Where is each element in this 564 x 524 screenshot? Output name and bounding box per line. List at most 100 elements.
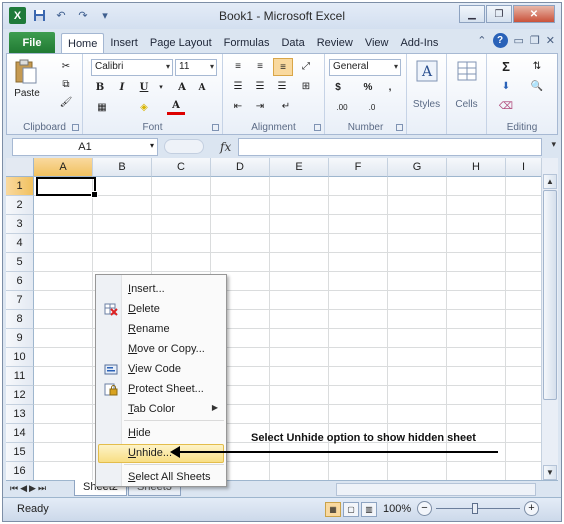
- menu-item-unhide[interactable]: Unhide...: [98, 444, 224, 463]
- active-cell-a1[interactable]: [36, 177, 98, 198]
- page-break-view-icon[interactable]: ▥: [361, 502, 377, 517]
- close-icon[interactable]: ✕: [513, 5, 555, 23]
- column-header-c[interactable]: C: [152, 158, 211, 177]
- row-header-3[interactable]: 3: [6, 215, 34, 234]
- prev-sheet-icon[interactable]: ◀: [20, 483, 27, 494]
- tab-page-layout[interactable]: Page Layout: [144, 33, 218, 53]
- minimize-icon[interactable]: ▁: [459, 5, 485, 23]
- row-header-9[interactable]: 9: [6, 329, 34, 348]
- row-header-8[interactable]: 8: [6, 310, 34, 329]
- fill-color-icon[interactable]: ◈: [135, 99, 153, 115]
- zoom-slider[interactable]: [436, 508, 520, 509]
- align-bottom-icon[interactable]: ≡: [273, 58, 293, 76]
- help-icon[interactable]: ?: [492, 33, 508, 48]
- select-all-corner[interactable]: [6, 158, 34, 177]
- scroll-down-icon[interactable]: ▼: [543, 465, 557, 480]
- shrink-font-button[interactable]: A: [195, 81, 209, 95]
- cells-button[interactable]: Cells: [447, 99, 486, 110]
- row-header-10[interactable]: 10: [6, 348, 34, 367]
- menu-item-rename[interactable]: Rename: [98, 320, 224, 339]
- center-icon[interactable]: ☰: [251, 78, 269, 94]
- row-header-7[interactable]: 7: [6, 291, 34, 310]
- zoom-level[interactable]: 100%: [383, 503, 411, 515]
- number-launcher-icon[interactable]: [396, 124, 403, 131]
- italic-button[interactable]: I: [115, 79, 129, 95]
- expand-formula-bar-icon[interactable]: ▾: [551, 139, 556, 150]
- menu-item-hide[interactable]: Hide: [98, 424, 224, 443]
- tab-view[interactable]: View: [359, 33, 395, 53]
- percent-button[interactable]: %: [361, 79, 375, 95]
- cut-icon[interactable]: ✂: [57, 58, 75, 74]
- tab-formulas[interactable]: Formulas: [218, 33, 276, 53]
- tab-add-ins[interactable]: Add-Ins: [394, 33, 444, 53]
- clear-icon[interactable]: ⌫: [495, 98, 517, 114]
- tab-home[interactable]: Home: [61, 33, 105, 53]
- tab-review[interactable]: Review: [311, 33, 359, 53]
- font-color-button[interactable]: A: [167, 99, 185, 115]
- font-name-combo[interactable]: Calibri ▾: [91, 59, 173, 76]
- autosum-button[interactable]: Σ: [495, 58, 517, 74]
- row-header-5[interactable]: 5: [6, 253, 34, 272]
- fill-icon[interactable]: ⬇: [495, 78, 517, 94]
- menu-item-insert[interactable]: Insert...: [98, 280, 224, 299]
- increase-decimal-button[interactable]: .00: [329, 100, 355, 114]
- sort-filter-icon[interactable]: ⇅: [525, 58, 549, 74]
- first-sheet-icon[interactable]: ⏮: [10, 483, 18, 494]
- merge-center-icon[interactable]: ⊞: [297, 78, 315, 94]
- currency-button[interactable]: $: [331, 79, 345, 95]
- row-header-13[interactable]: 13: [6, 405, 34, 424]
- row-header-15[interactable]: 15: [6, 443, 34, 462]
- row-header-11[interactable]: 11: [6, 367, 34, 386]
- column-header-a[interactable]: A: [34, 158, 93, 177]
- column-header-f[interactable]: F: [329, 158, 388, 177]
- menu-item-tab-color[interactable]: Tab Color ▶: [98, 400, 224, 419]
- styles-icon[interactable]: A: [414, 58, 440, 84]
- name-box[interactable]: A1 ▾: [12, 138, 158, 156]
- number-format-combo[interactable]: General ▾: [329, 59, 401, 76]
- paste-icon[interactable]: [13, 58, 39, 84]
- column-header-e[interactable]: E: [270, 158, 329, 177]
- orientation-icon[interactable]: ⤢: [297, 58, 315, 74]
- copy-icon[interactable]: ⧉: [57, 76, 75, 92]
- vertical-scrollbar[interactable]: ▲ ▼: [541, 158, 558, 480]
- row-header-2[interactable]: 2: [6, 196, 34, 215]
- workbook-restore-icon[interactable]: ❐: [530, 34, 540, 47]
- styles-button[interactable]: Styles: [407, 99, 446, 110]
- column-header-i[interactable]: I: [506, 158, 542, 177]
- page-layout-view-icon[interactable]: ▢: [343, 502, 359, 517]
- last-sheet-icon[interactable]: ⏭: [38, 483, 46, 494]
- scroll-up-icon[interactable]: ▲: [543, 174, 557, 189]
- row-header-4[interactable]: 4: [6, 234, 34, 253]
- row-header-16[interactable]: 16: [6, 462, 34, 481]
- workbook-close-icon[interactable]: ✕: [546, 34, 555, 47]
- horizontal-scrollbar[interactable]: [336, 483, 536, 496]
- comma-button[interactable]: ,: [383, 79, 397, 95]
- menu-item-view-code[interactable]: View Code: [98, 360, 224, 379]
- restore-icon[interactable]: ❐: [486, 5, 512, 23]
- formula-input[interactable]: [238, 138, 542, 156]
- minimize-ribbon-icon[interactable]: ⌃: [477, 34, 486, 47]
- decrease-decimal-button[interactable]: .0: [359, 100, 385, 114]
- increase-indent-icon[interactable]: ⇥: [251, 98, 269, 114]
- insert-function-icon[interactable]: fx: [220, 140, 231, 154]
- underline-button[interactable]: U: [137, 79, 151, 95]
- bold-button[interactable]: B: [93, 79, 107, 95]
- borders-icon[interactable]: ▦: [93, 99, 111, 115]
- align-right-icon[interactable]: ☰: [273, 78, 291, 94]
- tab-insert[interactable]: Insert: [104, 33, 144, 53]
- normal-view-icon[interactable]: ▦: [325, 502, 341, 517]
- alignment-launcher-icon[interactable]: [314, 124, 321, 131]
- row-header-12[interactable]: 12: [6, 386, 34, 405]
- tab-data[interactable]: Data: [275, 33, 310, 53]
- grow-font-button[interactable]: A: [175, 79, 189, 95]
- menu-item-protect-sheet[interactable]: Protect Sheet...: [98, 380, 224, 399]
- decrease-indent-icon[interactable]: ⇤: [229, 98, 247, 114]
- align-middle-icon[interactable]: ≡: [251, 58, 269, 74]
- clipboard-launcher-icon[interactable]: [72, 124, 79, 131]
- zoom-slider-thumb[interactable]: [472, 503, 478, 514]
- underline-dropdown-icon[interactable]: ▾: [157, 79, 165, 95]
- workbook-minimize-icon[interactable]: ▭: [514, 34, 524, 47]
- row-header-6[interactable]: 6: [6, 272, 34, 291]
- menu-item-delete[interactable]: Delete: [98, 300, 224, 319]
- format-painter-icon[interactable]: 🖌: [57, 94, 75, 110]
